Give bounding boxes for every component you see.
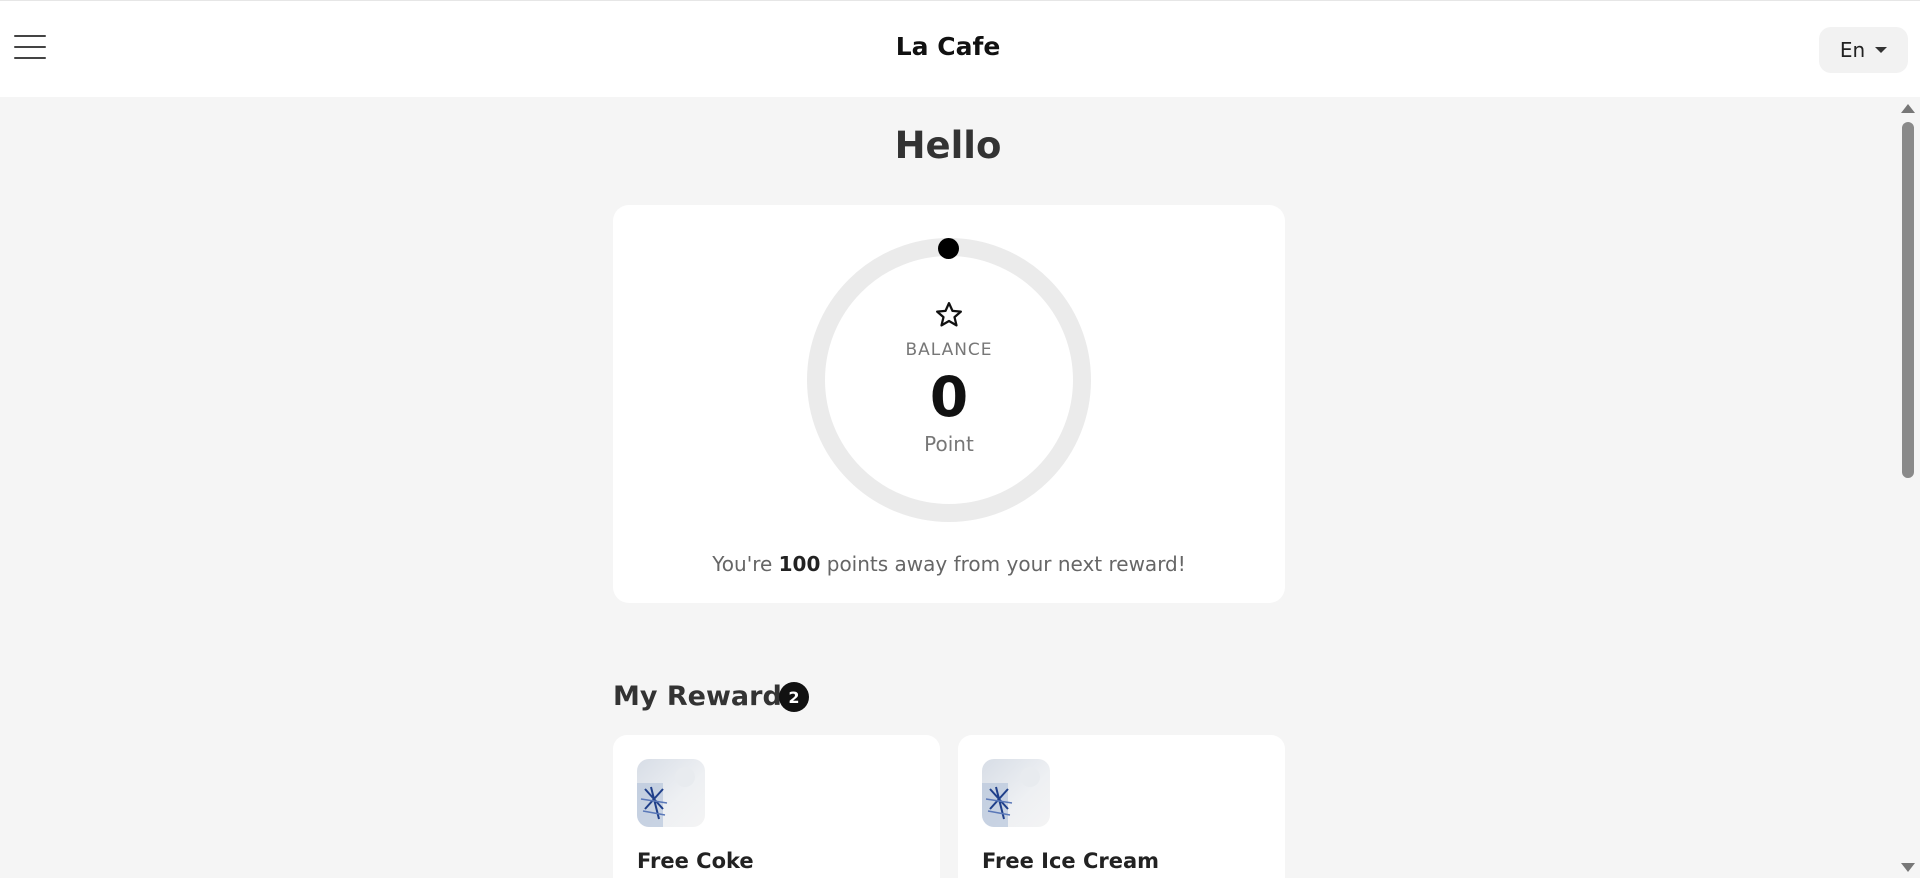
gift-ribbon-icon	[982, 767, 1040, 827]
next-reward-message: You're 100 points away from your next re…	[613, 552, 1285, 576]
balance-value: 0	[929, 365, 969, 429]
reward-image	[637, 759, 705, 827]
rewards-count-badge: 2	[779, 682, 809, 712]
gift-ribbon-icon	[637, 767, 695, 827]
balance-unit: Point	[924, 432, 974, 456]
reward-name: Free Coke	[637, 849, 754, 873]
points-away-value: 100	[778, 552, 821, 576]
top-header: La Cafe En	[0, 0, 1920, 97]
progress-indicator-dot	[938, 238, 959, 259]
message-suffix: points away from your next reward!	[820, 552, 1186, 576]
balance-label: BALANCE	[905, 340, 993, 360]
star-icon	[936, 302, 962, 327]
my-rewards-heading: My Rewards	[613, 681, 798, 712]
language-selector[interactable]: En	[1819, 27, 1908, 73]
reward-image	[982, 759, 1050, 827]
scroll-down-arrow-icon[interactable]	[1901, 863, 1915, 872]
balance-card: BALANCE 0 Point You're 100 points away f…	[613, 205, 1285, 603]
language-label: En	[1839, 38, 1866, 62]
brand-title: La Cafe	[895, 32, 1001, 61]
reward-card[interactable]: Free Ice Cream	[958, 735, 1285, 878]
greeting-heading: Hello	[894, 124, 1002, 167]
reward-card[interactable]: Free Coke	[613, 735, 940, 878]
caret-down-icon	[1875, 47, 1888, 53]
scrollbar-thumb[interactable]	[1902, 122, 1914, 478]
reward-name: Free Ice Cream	[982, 849, 1160, 873]
message-prefix: You're	[712, 552, 779, 576]
scroll-up-arrow-icon[interactable]	[1901, 104, 1915, 113]
